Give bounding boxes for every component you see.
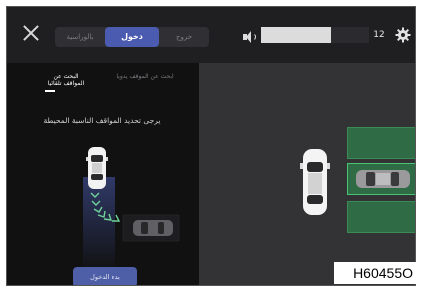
parking-slot[interactable]: [347, 127, 415, 159]
parked-car-icon: [356, 170, 410, 188]
parking-slot[interactable]: [347, 201, 415, 233]
instruction-text: يرجى تحديد المواقف الناسبة المحيطة: [43, 116, 161, 125]
volume-value: 12: [373, 30, 385, 40]
ego-car-top-view: [86, 147, 108, 189]
figure-code: H60455O: [334, 262, 416, 284]
tab-park-in[interactable]: دخول: [105, 27, 159, 47]
tab-manual-search[interactable]: ابحث عن الموقف يدويا: [113, 73, 177, 80]
parking-view: [199, 63, 415, 285]
close-icon[interactable]: [21, 23, 41, 43]
active-tab-indicator: [45, 90, 55, 92]
tab-park-out[interactable]: خروج: [159, 27, 209, 47]
target-car-top-view: [133, 220, 173, 236]
speaker-icon[interactable]: [243, 31, 257, 43]
volume-slider[interactable]: [261, 27, 369, 43]
gear-icon[interactable]: [395, 27, 411, 43]
parking-illustration: [83, 147, 180, 271]
left-panel: البحث عن المواقف تلقائيا ابحث عن الموقف …: [7, 63, 199, 285]
volume-slider-fill: [261, 27, 332, 43]
parking-slot-selected[interactable]: [347, 163, 415, 195]
start-parking-button[interactable]: بدء الدخول: [73, 267, 137, 285]
tab-auto-search[interactable]: البحث عن المواقف تلقائيا: [43, 73, 89, 87]
mode-switch: بالوراسية دخول خروج: [55, 27, 209, 47]
ego-car-icon: [300, 149, 330, 215]
parking-assist-screen: بالوراسية دخول خروج 12 البحث عن المواقف …: [6, 6, 416, 286]
top-bar: بالوراسية دخول خروج 12: [7, 7, 415, 63]
tab-parallel[interactable]: بالوراسية: [55, 27, 105, 47]
